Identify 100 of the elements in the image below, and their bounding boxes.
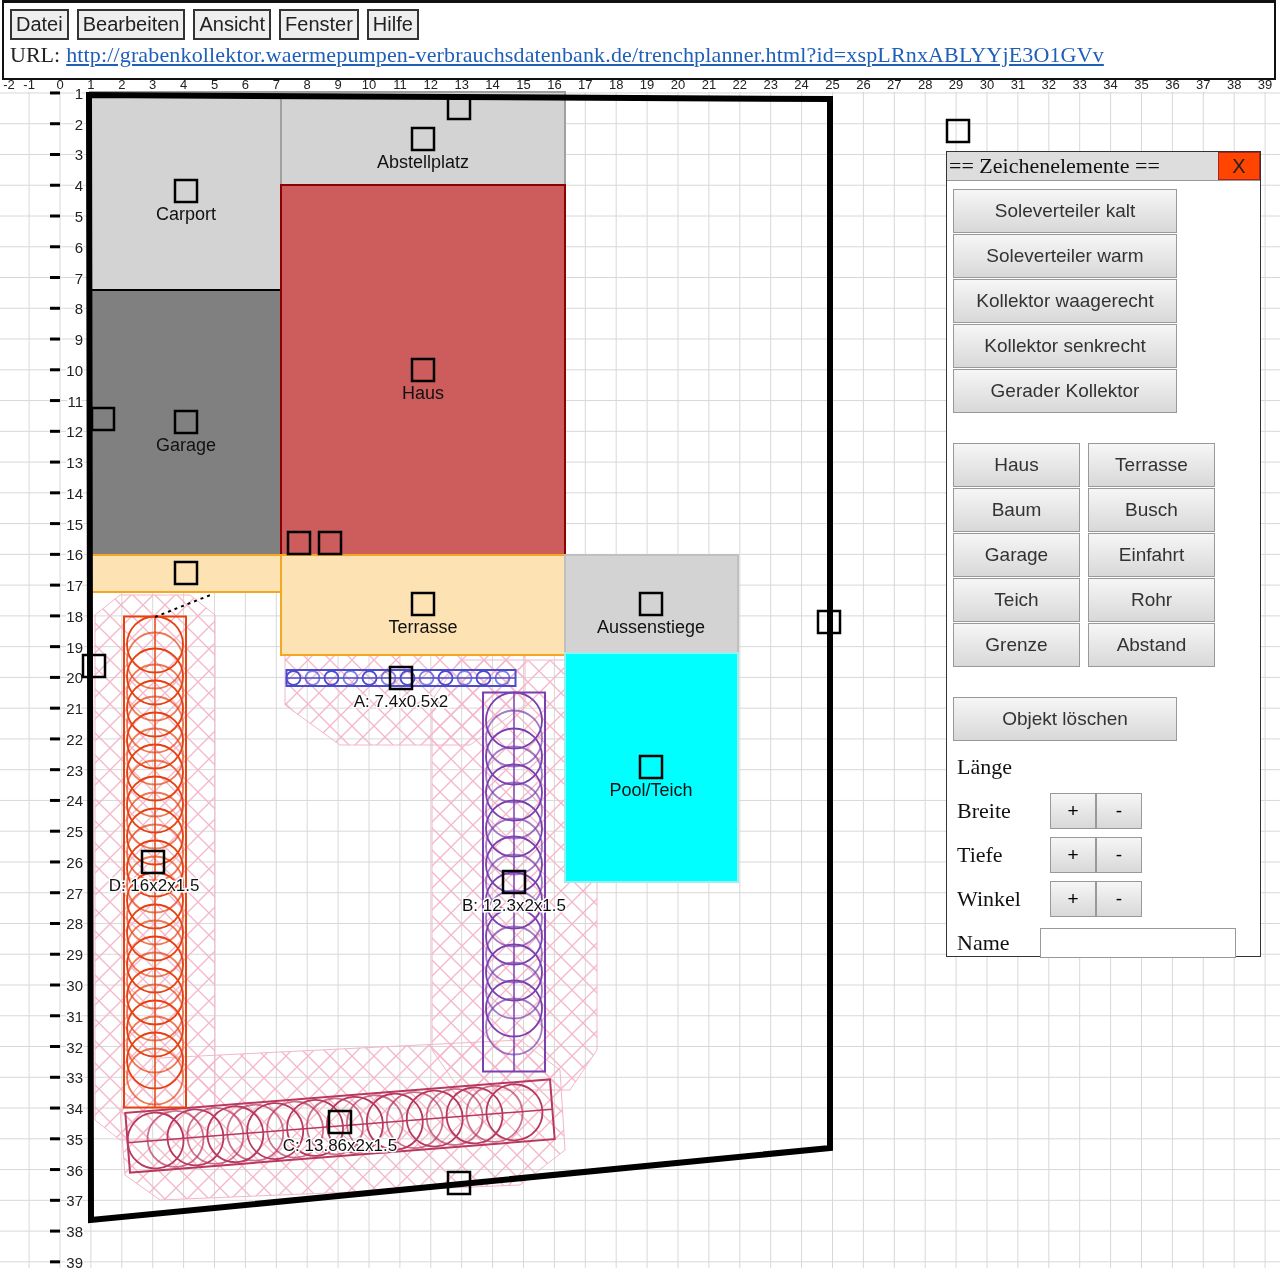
ruler-tick <box>50 429 60 433</box>
object-button[interactable]: Teich <box>953 578 1080 622</box>
ruler-tick <box>50 1014 60 1018</box>
area-label: Pool/Teich <box>609 780 693 800</box>
object-button[interactable]: Terrasse <box>1088 443 1215 487</box>
drag-handle[interactable] <box>140 849 166 875</box>
plan-area[interactable] <box>89 91 282 291</box>
object-button[interactable]: Busch <box>1088 488 1215 532</box>
ruler-label: 22 <box>66 730 83 748</box>
ruler-label: 35 <box>1134 80 1149 92</box>
property-label: Tiefe <box>957 842 1004 868</box>
object-button[interactable]: Einfahrt <box>1088 533 1215 577</box>
drag-handle[interactable] <box>638 591 664 617</box>
tool-button[interactable]: Soleverteiler warm <box>953 234 1177 278</box>
ruler-tick <box>50 306 60 310</box>
ruler-tick <box>50 583 60 587</box>
ruler-label: 17 <box>578 80 593 92</box>
tool-button[interactable]: Soleverteiler kalt <box>953 189 1177 233</box>
collector-label: A: 7.4x0.5x2 <box>353 692 449 711</box>
ruler-tick <box>50 460 60 464</box>
drag-handle[interactable] <box>410 126 436 152</box>
decrease-button[interactable]: - <box>1096 793 1142 829</box>
ruler-label: 31 <box>66 1007 83 1025</box>
drag-handle[interactable] <box>90 406 116 432</box>
menu-button[interactable]: Datei <box>10 9 69 40</box>
name-input-field[interactable] <box>1040 928 1236 958</box>
ruler-label: 32 <box>1041 80 1057 92</box>
object-button[interactable]: Abstand <box>1088 623 1215 667</box>
ruler-label: 14 <box>485 80 500 92</box>
increase-button[interactable]: + <box>1050 837 1096 873</box>
ruler-tick <box>50 1229 60 1233</box>
menu-button[interactable]: Hilfe <box>366 9 419 40</box>
ruler-label: 27 <box>66 884 83 902</box>
ruler-label: 18 <box>608 80 624 92</box>
decrease-button[interactable]: - <box>1096 837 1142 873</box>
drag-handle[interactable] <box>173 409 199 435</box>
drag-handle[interactable] <box>327 1109 353 1135</box>
decrease-button[interactable]: - <box>1096 881 1142 917</box>
tool-button[interactable]: Kollektor senkrecht <box>953 324 1177 368</box>
object-button[interactable]: Grenze <box>953 623 1080 667</box>
ruler-tick <box>50 768 60 772</box>
increase-button[interactable]: + <box>1050 793 1096 829</box>
property-label: Winkel <box>957 886 1022 912</box>
drag-handle[interactable] <box>317 530 343 556</box>
ruler-label: 13 <box>454 80 469 92</box>
drag-handle[interactable] <box>638 754 664 780</box>
ruler-tick <box>50 1137 60 1141</box>
menu-button[interactable]: Ansicht <box>193 9 272 40</box>
object-button[interactable]: Baum <box>953 488 1080 532</box>
drag-handle[interactable] <box>945 118 971 144</box>
url-link[interactable]: http://grabenkollektor.waermepumpen-verbrauchsdatenbank.de/trenchplanner.html?id=xspLRnxABLYYjE3O1GVv <box>66 42 1104 68</box>
ruler-label: 34 <box>1103 80 1118 92</box>
ruler-label: 15 <box>66 515 83 533</box>
object-button[interactable]: Rohr <box>1088 578 1215 622</box>
ruler-label: 39 <box>66 1253 83 1268</box>
tool-button[interactable]: Kollektor waagerecht <box>953 279 1177 323</box>
plan-area[interactable] <box>280 91 566 186</box>
object-button[interactable]: Haus <box>953 443 1080 487</box>
property-label: Name <box>957 930 1011 956</box>
ruler-label: 26 <box>66 853 83 871</box>
ruler-label: 22 <box>732 80 748 92</box>
drag-handle[interactable] <box>816 609 842 635</box>
ruler-label: 33 <box>66 1069 83 1087</box>
drag-handle[interactable] <box>410 591 436 617</box>
tool-button[interactable]: Gerader Kollektor <box>953 369 1177 413</box>
ruler-label: 27 <box>887 80 902 92</box>
object-button[interactable]: Garage <box>953 533 1080 577</box>
menu-button[interactable]: Bearbeiten <box>76 9 186 40</box>
property-boundary[interactable] <box>86 92 833 1224</box>
drag-handle[interactable] <box>446 1170 472 1196</box>
ruler-label: 11 <box>393 80 407 92</box>
drag-handle[interactable] <box>286 530 312 556</box>
collector-coil-drawing[interactable] <box>285 669 517 687</box>
ruler-label: 7 <box>74 269 83 287</box>
drag-handle[interactable] <box>173 178 199 204</box>
ruler-label: 6 <box>241 80 249 92</box>
ruler-tick <box>50 829 60 833</box>
delete-button[interactable]: Objekt löschen <box>953 697 1177 741</box>
ruler-tick <box>50 276 60 279</box>
drag-handle[interactable] <box>501 869 527 895</box>
ruler-label: 39 <box>1257 80 1273 92</box>
ruler-tick <box>50 153 60 156</box>
ruler-label: 24 <box>66 792 83 810</box>
ruler-label: -2 <box>3 80 15 92</box>
drag-handle[interactable] <box>173 560 199 586</box>
collector-coil-drawing[interactable] <box>124 1078 556 1174</box>
ruler-label: 30 <box>66 977 83 994</box>
drag-handle[interactable] <box>410 357 436 383</box>
ruler-tick <box>50 183 60 187</box>
ruler-tick <box>50 1075 60 1079</box>
ruler-label: 23 <box>66 761 83 779</box>
menu-button[interactable]: Fenster <box>279 9 359 40</box>
drag-handle[interactable] <box>81 653 107 679</box>
increase-button[interactable]: + <box>1050 881 1096 917</box>
ruler-tick <box>50 337 60 341</box>
ruler-label: 15 <box>516 80 531 92</box>
close-button[interactable]: X <box>1218 152 1260 180</box>
ruler-tick <box>50 1168 60 1172</box>
drag-handle[interactable] <box>388 665 414 691</box>
ruler-label: 24 <box>794 80 809 92</box>
